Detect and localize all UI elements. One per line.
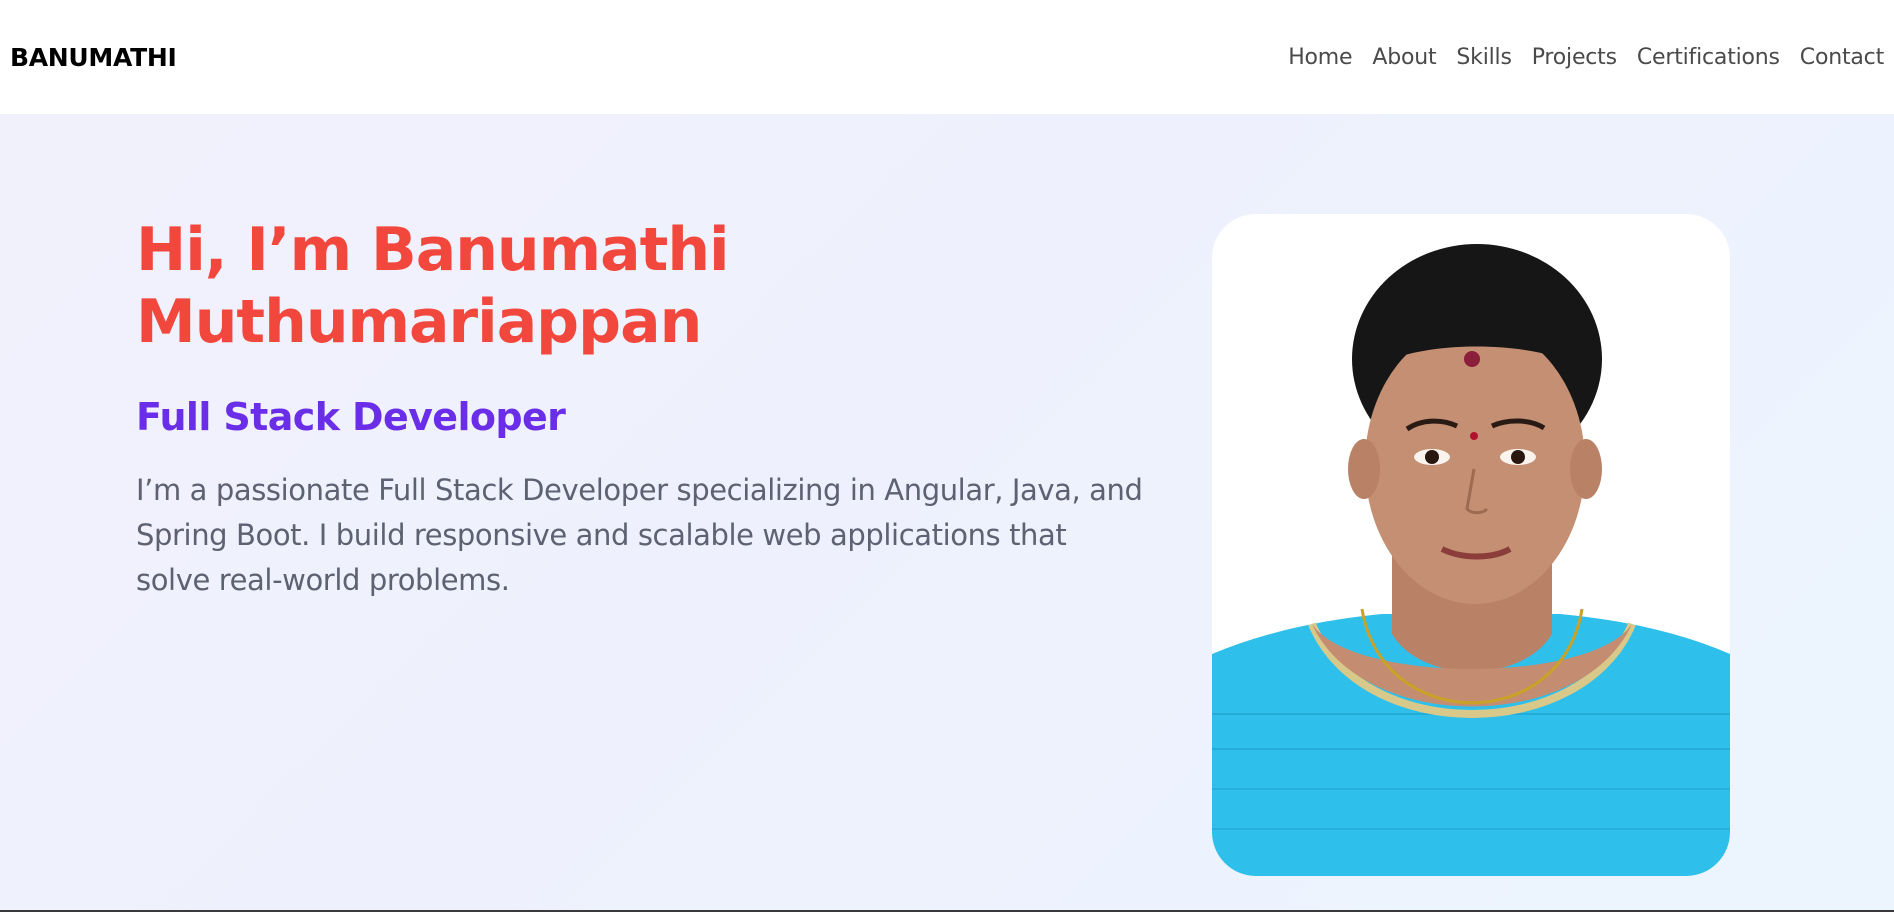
nav-link-projects[interactable]: Projects [1532,45,1617,70]
hero-role: Full Stack Developer [136,395,566,439]
nav-link-skills[interactable]: Skills [1456,45,1512,70]
hero-title-line2: Muthumariappan [136,287,702,357]
nav-link-home[interactable]: Home [1288,45,1352,70]
hero-title: Hi, I’m Banumathi Muthumariappan [136,214,1146,358]
navbar: BANUMATHI Home About Skills Projects Cer… [0,0,1894,114]
profile-photo [1212,214,1730,876]
brand-logo[interactable]: BANUMATHI [10,43,177,72]
hero-description: I’m a passionate Full Stack Developer sp… [136,473,1143,597]
portrait-photo-icon [1212,214,1730,876]
nav-links: Home About Skills Projects Certification… [1288,45,1884,70]
hero-text: Hi, I’m Banumathi Muthumariappan Full St… [136,214,1146,603]
nav-link-contact[interactable]: Contact [1800,45,1884,70]
nav-link-about[interactable]: About [1372,45,1436,70]
hero-section: Hi, I’m Banumathi Muthumariappan Full St… [0,114,1894,910]
nav-link-certifications[interactable]: Certifications [1637,45,1780,70]
hero-title-line1: Hi, I’m Banumathi [136,215,730,285]
